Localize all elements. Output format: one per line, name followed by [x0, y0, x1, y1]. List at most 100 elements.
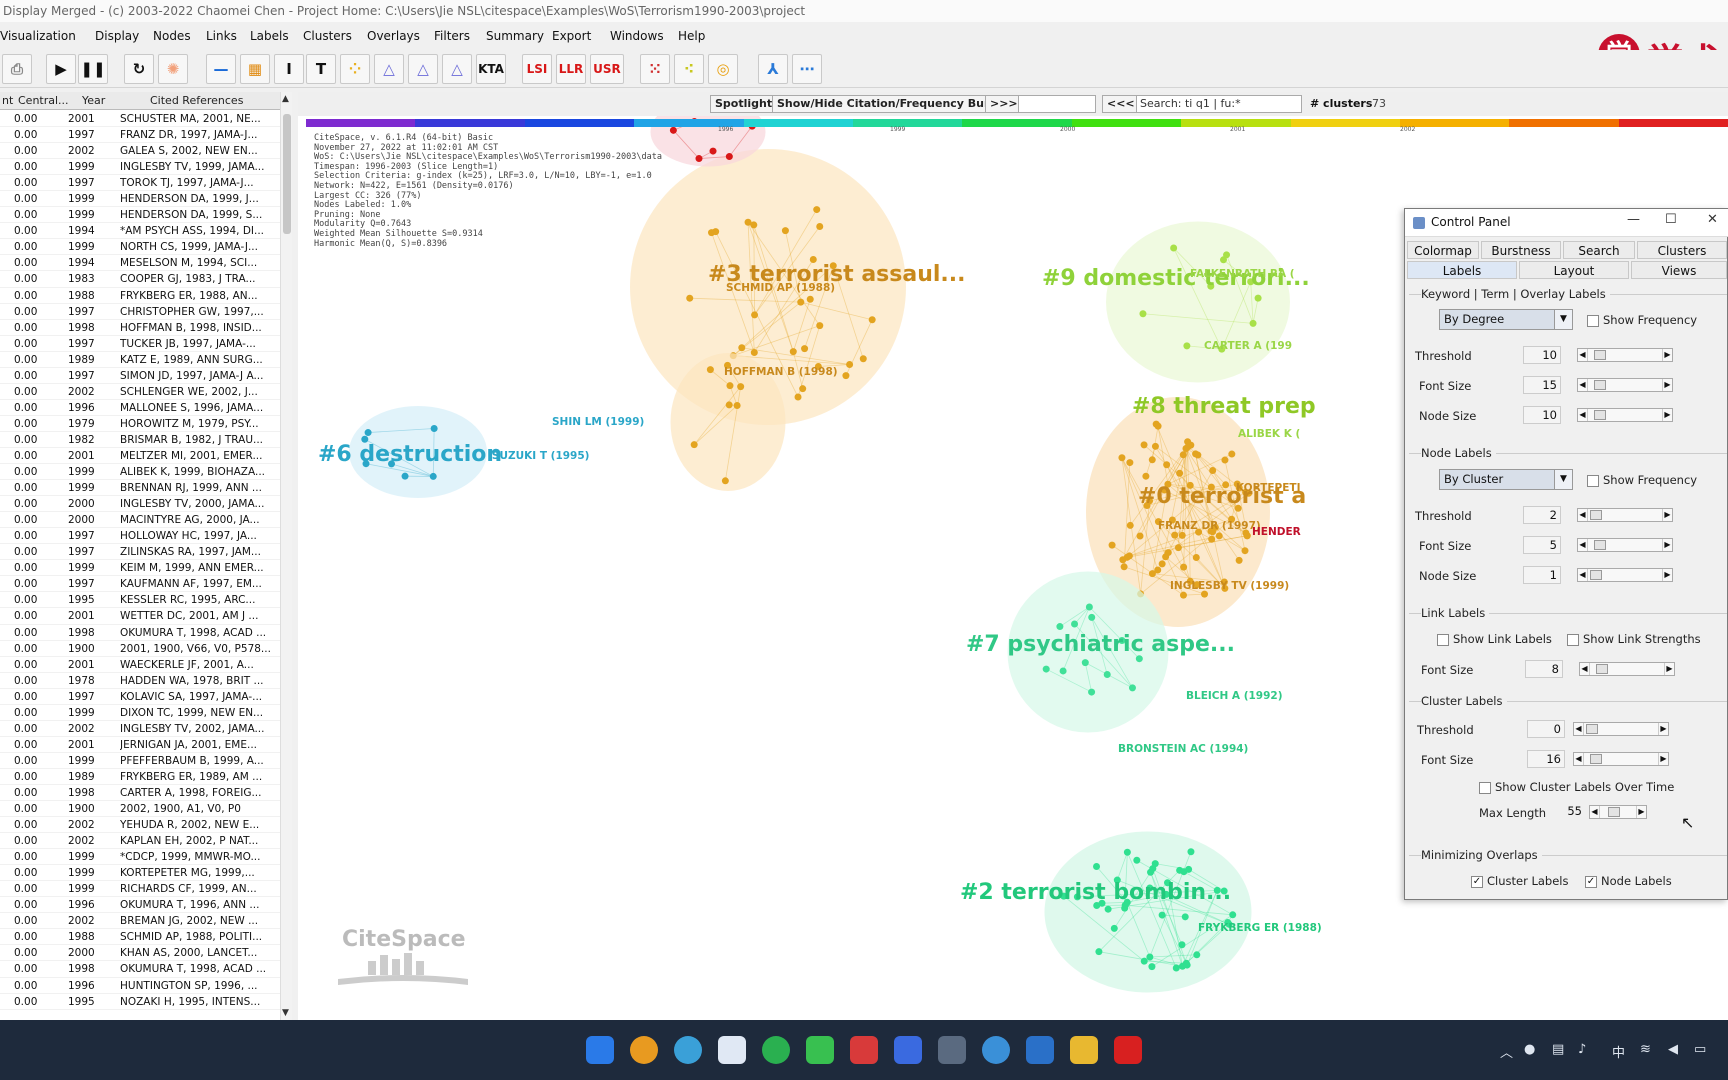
overlap-node-labels-checkbox[interactable]: ✓ — [1585, 876, 1597, 888]
table-row[interactable]: 0.00 1999 HENDERSON DA, 1999, S... — [0, 207, 280, 224]
network-node[interactable] — [1208, 535, 1216, 543]
menu-visualization[interactable]: Visualization — [0, 29, 76, 43]
network-node[interactable] — [781, 227, 789, 235]
table-row[interactable]: 0.00 1999 *CDCP, 1999, MMWR-MO... — [0, 849, 280, 866]
table-row[interactable]: 0.00 1988 SCHMID AP, 1988, POLITI... — [0, 929, 280, 946]
network-node[interactable] — [726, 382, 734, 390]
tray-wifi-icon[interactable]: ≋ — [1640, 1042, 1651, 1057]
menu-help[interactable]: Help — [678, 29, 705, 43]
network-node[interactable] — [1228, 450, 1236, 458]
network-node[interactable] — [1158, 560, 1166, 568]
node-label[interactable]: FALKENRATH RA ( — [1190, 268, 1295, 280]
node-label-mode-select[interactable]: By Cluster ▼ — [1439, 469, 1573, 490]
close-icon[interactable]: ✕ — [1707, 212, 1718, 227]
network-node[interactable] — [1103, 670, 1111, 678]
network-node[interactable] — [816, 222, 824, 230]
tab-search[interactable]: Search — [1563, 241, 1635, 259]
network-node[interactable] — [1172, 964, 1180, 972]
network-node[interactable] — [1229, 911, 1237, 919]
network-node[interactable] — [1209, 467, 1217, 475]
pdf-icon[interactable] — [1114, 1036, 1142, 1064]
burst-icon[interactable]: ✺ — [158, 54, 188, 84]
burst-toggle-button[interactable]: Show/Hide Citation/Frequency Burst — [772, 95, 1007, 113]
network-node[interactable] — [721, 477, 729, 485]
tray-mic-icon[interactable]: ♪ — [1578, 1042, 1586, 1057]
llr-button[interactable]: LLR — [556, 54, 586, 84]
show-link-strengths-checkbox[interactable] — [1567, 634, 1579, 646]
search-result-field[interactable] — [1018, 95, 1096, 113]
network-node[interactable] — [1154, 566, 1162, 574]
network-node[interactable] — [1088, 613, 1096, 621]
link-dots-icon[interactable]: ⁖ — [674, 54, 704, 84]
table-row[interactable]: 0.00 1989 KATZ E, 1989, ANN SURG... — [0, 352, 280, 368]
usr-button[interactable]: USR — [590, 54, 624, 84]
text-bold-icon[interactable]: I — [274, 54, 304, 84]
table-row[interactable]: 0.00 1998 OKUMURA T, 1998, ACAD ... — [0, 961, 280, 978]
tab-labels[interactable]: Labels — [1407, 261, 1517, 279]
table-row[interactable]: 0.00 1997 ZILINSKAS RA, 1997, JAM... — [0, 544, 280, 561]
network-node[interactable] — [1192, 553, 1200, 561]
network-node[interactable] — [430, 424, 438, 432]
maximize-icon[interactable]: ☐ — [1665, 212, 1677, 227]
table-row[interactable]: 0.00 1978 HADDEN WA, 1978, BRIT ... — [0, 673, 280, 689]
snapshot-icon[interactable]: ⎙ — [2, 54, 32, 84]
keyword-show-frequency-checkbox[interactable] — [1587, 315, 1599, 327]
target-icon[interactable]: ◎ — [708, 54, 738, 84]
network-node[interactable] — [1042, 665, 1050, 673]
cluster-dots-icon[interactable]: ⁙ — [640, 54, 670, 84]
network-node[interactable] — [801, 345, 809, 353]
network-node[interactable] — [1183, 342, 1191, 350]
network-node[interactable] — [806, 295, 814, 303]
network-node[interactable] — [1194, 451, 1202, 459]
network-node[interactable] — [1148, 963, 1156, 971]
network-node[interactable] — [725, 401, 733, 409]
node-label[interactable]: SCHMID AP (1988) — [726, 282, 835, 294]
table-row[interactable]: 0.00 1999 RICHARDS CF, 1999, AN... — [0, 881, 280, 898]
table-row[interactable]: 0.00 1999 HENDERSON DA, 1999, J... — [0, 191, 280, 208]
kw-node-size-slider[interactable]: ◀ ▶ — [1577, 408, 1673, 422]
table-row[interactable]: 0.00 1979 HOROWITZ M, 1979, PSY... — [0, 416, 280, 432]
timeline-icon[interactable]: ⋯ — [792, 54, 822, 84]
network-node[interactable] — [816, 322, 824, 330]
tray-battery-icon[interactable]: ▭ — [1694, 1042, 1706, 1057]
table-row[interactable]: 0.00 2000 KHAN AS, 2000, LANCET... — [0, 945, 280, 962]
table-row[interactable]: 0.00 1997 KAUFMANN AF, 1997, EM... — [0, 576, 280, 593]
cluster-label-7[interactable]: #7 psychiatric aspe... — [966, 632, 1235, 657]
minimize-icon[interactable]: — — [1627, 212, 1640, 227]
network-node[interactable] — [750, 349, 758, 357]
nl-node-size-slider[interactable]: ◀ ▶ — [1577, 568, 1673, 582]
table-row[interactable]: 0.00 1988 FRYKBERG ER, 1988, AN... — [0, 288, 280, 304]
table-row[interactable]: 0.00 1999 KEIM M, 1999, ANN EMER... — [0, 560, 280, 577]
start-icon[interactable] — [586, 1036, 614, 1064]
network-node[interactable] — [1123, 848, 1131, 856]
network-node[interactable] — [1148, 456, 1156, 464]
network-node[interactable] — [1140, 441, 1148, 449]
tab-burstness[interactable]: Burstness — [1481, 241, 1561, 259]
menu-display[interactable]: Display — [95, 29, 139, 43]
show-link-labels-checkbox[interactable] — [1437, 634, 1449, 646]
network-node[interactable] — [813, 206, 821, 214]
network-node[interactable] — [1171, 531, 1179, 539]
network-node[interactable] — [1183, 961, 1191, 969]
tray-ime-icon[interactable]: 中 — [1612, 1042, 1625, 1061]
photos-icon[interactable] — [1026, 1036, 1054, 1064]
network-node[interactable] — [669, 126, 677, 134]
nl-threshold-slider[interactable]: ◀ ▶ — [1577, 508, 1673, 522]
network-node[interactable] — [1104, 905, 1112, 913]
network-node[interactable] — [706, 366, 714, 374]
network-node[interactable] — [1223, 251, 1231, 259]
chat-icon[interactable] — [762, 1036, 790, 1064]
network-node[interactable] — [794, 393, 802, 401]
folder-icon[interactable] — [1070, 1036, 1098, 1064]
control-panel-title-bar[interactable]: Control Panel — ☐ ✕ — [1405, 209, 1728, 237]
browser-icon[interactable] — [674, 1036, 702, 1064]
network-node[interactable] — [1254, 294, 1262, 302]
node-label[interactable]: SHIN LM (1999) — [552, 416, 644, 428]
network-node[interactable] — [1139, 310, 1147, 318]
network-node[interactable] — [725, 153, 733, 161]
table-row[interactable]: 0.00 1994 *AM PSYCH ASS, 1994, DI... — [0, 223, 280, 240]
table-row[interactable]: 0.00 1997 HOLLOWAY HC, 1997, JA... — [0, 528, 280, 545]
table-row[interactable]: 0.00 1999 ALIBEK K, 1999, BIOHAZA... — [0, 464, 280, 481]
table-row[interactable]: 0.00 1900 2002, 1900, A1, V0, P0 — [0, 801, 280, 818]
menu-export[interactable]: Export — [552, 29, 591, 43]
